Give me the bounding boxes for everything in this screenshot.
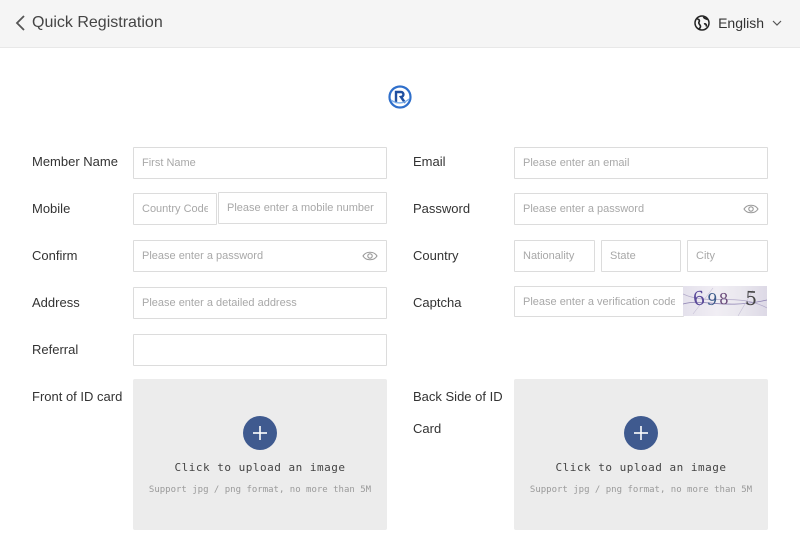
eye-icon[interactable]	[362, 250, 378, 262]
first-name-field[interactable]	[133, 147, 387, 179]
referral-label: Referral	[32, 342, 79, 357]
front-id-upload[interactable]: Click to upload an image Support jpg / p…	[133, 379, 387, 530]
back-upload-button[interactable]	[624, 416, 658, 450]
password-input[interactable]	[515, 194, 767, 224]
upload-instruction: Click to upload an image	[174, 461, 346, 474]
member-name-label: Member Name	[32, 154, 118, 169]
referral-field[interactable]	[133, 334, 387, 366]
language-selector[interactable]: English	[694, 11, 782, 35]
page-title: Quick Registration	[32, 14, 163, 31]
address-field[interactable]	[133, 287, 387, 319]
back-id-upload[interactable]: Click to upload an image Support jpg / p…	[514, 379, 768, 530]
password-label: Password	[413, 201, 471, 216]
email-label: Email	[413, 154, 446, 169]
captcha-char: 5	[744, 287, 758, 311]
captcha-input[interactable]	[515, 287, 683, 316]
referral-input[interactable]	[134, 335, 386, 365]
password-field[interactable]	[514, 193, 768, 225]
chevron-down-icon	[772, 20, 782, 26]
email-field[interactable]	[514, 147, 768, 179]
address-input[interactable]	[134, 288, 386, 318]
upload-hint: Support jpg / png format, no more than 5…	[148, 485, 372, 495]
brand-logo	[388, 85, 412, 109]
nationality-field[interactable]	[514, 240, 595, 272]
captcha-label: Captcha	[413, 295, 462, 310]
mobile-field[interactable]	[218, 192, 387, 224]
back-button[interactable]: Quick Registration	[14, 10, 163, 36]
upload-instruction: Click to upload an image	[555, 461, 727, 474]
plus-icon	[634, 426, 648, 440]
captcha-field[interactable]	[514, 286, 684, 317]
back-id-label: Back Side of ID	[413, 389, 503, 404]
front-upload-button[interactable]	[243, 416, 277, 450]
confirm-password-field[interactable]	[133, 240, 387, 272]
mobile-input[interactable]	[219, 193, 386, 223]
language-label: English	[718, 15, 764, 31]
confirm-password-input[interactable]	[134, 241, 386, 271]
captcha-image[interactable]: 6 9 8 5	[683, 286, 767, 316]
confirm-label: Confirm	[32, 248, 78, 263]
captcha-char: 9	[706, 289, 719, 310]
country-code-field[interactable]	[133, 193, 217, 225]
email-input[interactable]	[515, 148, 767, 178]
captcha-char: 8	[718, 289, 730, 309]
eye-icon[interactable]	[743, 203, 759, 215]
nationality-input[interactable]	[515, 241, 594, 271]
upload-hint: Support jpg / png format, no more than 5…	[529, 485, 753, 495]
city-field[interactable]	[687, 240, 768, 272]
country-label: Country	[413, 248, 459, 263]
state-input[interactable]	[602, 241, 680, 271]
back-id-label-cont: Card	[413, 421, 442, 436]
mobile-label: Mobile	[32, 201, 71, 216]
address-label: Address	[32, 295, 80, 310]
globe-icon	[694, 15, 710, 31]
header-bar: Quick Registration English	[0, 0, 800, 48]
city-input[interactable]	[688, 241, 767, 271]
state-field[interactable]	[601, 240, 681, 272]
chevron-left-icon	[15, 15, 25, 31]
country-code-input[interactable]	[134, 194, 216, 224]
front-id-label: Front of ID card	[32, 389, 123, 404]
first-name-input[interactable]	[134, 148, 386, 178]
plus-icon	[253, 426, 267, 440]
